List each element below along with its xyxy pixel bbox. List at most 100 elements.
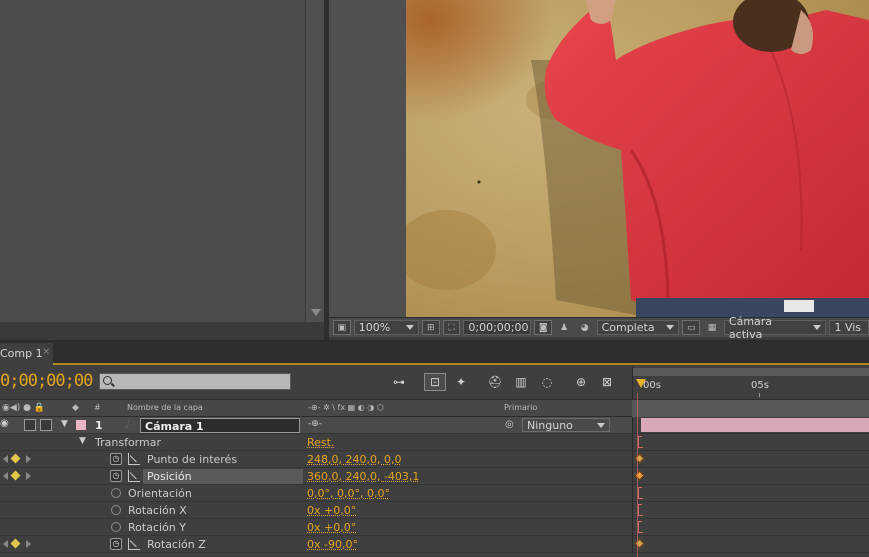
keyframe-marker	[638, 436, 643, 448]
zoom-value: 100%	[358, 321, 391, 334]
current-time-indicator-icon[interactable]	[636, 379, 646, 388]
prev-keyframe-icon[interactable]	[3, 472, 8, 480]
graph-icon[interactable]	[128, 470, 140, 482]
shy-switch-icon[interactable]: -⊕-	[308, 419, 322, 429]
stopwatch-icon[interactable]: ◷	[110, 470, 122, 482]
keyframe-marker	[638, 504, 643, 516]
brainstorm-icon[interactable]: ⊠	[596, 373, 618, 391]
graph-icon[interactable]	[128, 453, 140, 465]
graph-icon[interactable]	[128, 538, 140, 550]
comp-mini-flowchart-icon[interactable]: ⊶	[388, 373, 410, 391]
grid-guide-icon[interactable]: ⊞	[421, 320, 440, 335]
eye-icon[interactable]: ◉	[0, 418, 9, 429]
property-value[interactable]: 0x -90,0°	[307, 538, 358, 551]
mask-visibility-icon[interactable]: ⛶	[442, 320, 461, 335]
column-layer-name[interactable]: Nombre de la capa	[127, 403, 203, 412]
label-tag-icon: ◆	[72, 403, 79, 413]
property-value[interactable]: 360,0, 240,0, -403,1	[307, 470, 419, 483]
frame-blending-icon[interactable]: ▥	[510, 373, 532, 391]
property-row-rotation-y[interactable]: Rotación Y 0x +0,0°	[0, 519, 632, 536]
transparency-grid-icon[interactable]: ▦	[703, 320, 721, 335]
3d-view-dropdown[interactable]: Cámara activa	[723, 315, 827, 341]
layer-column-header: ◉◀) ● 🔒 ◆ # Nombre de la capa -⊕- ✲ \ fx…	[0, 399, 632, 417]
graph-header-bar	[632, 399, 869, 417]
property-value[interactable]: 0,0°, 0,0°, 0,0°	[307, 487, 390, 500]
snapshot-camera-icon[interactable]: ◙	[534, 320, 553, 335]
view-layout-dropdown[interactable]: 1 Vis	[829, 320, 869, 335]
timeline-tab-bar: Comp 1 ×	[0, 341, 869, 365]
property-value[interactable]: 0x +0,0°	[307, 521, 356, 534]
property-row-point-of-interest[interactable]: ◷ Punto de interés 248,0, 240,0, 0,0	[0, 451, 632, 468]
next-keyframe-icon[interactable]	[26, 455, 31, 463]
add-keyframe-icon[interactable]	[10, 470, 21, 481]
property-value[interactable]: 248,0, 240,0, 0,0	[307, 453, 401, 466]
work-area-bar[interactable]	[633, 368, 869, 376]
always-preview-icon[interactable]: ▣	[333, 320, 351, 335]
ruler-label-5s: 05s	[751, 380, 769, 391]
add-keyframe-icon[interactable]	[10, 453, 21, 464]
scroll-down-arrow-icon[interactable]	[311, 309, 321, 316]
parent-dropdown[interactable]: Ninguno	[522, 418, 610, 432]
project-scrollbar[interactable]	[305, 0, 324, 322]
add-keyframe-icon[interactable]	[10, 538, 21, 549]
property-value[interactable]: 0x +0,0°	[307, 504, 356, 517]
current-time-display[interactable]: 0;00;00;00	[0, 371, 93, 391]
property-row-orientation[interactable]: Orientación 0,0°, 0,0°, 0,0°	[0, 485, 632, 502]
shy-layers-icon[interactable]: ⛑	[484, 373, 506, 391]
parent-value: Ninguno	[527, 418, 573, 432]
keyframe-marker	[638, 521, 643, 533]
stopwatch-icon[interactable]: ◷	[110, 453, 122, 465]
show-snapshot-icon[interactable]: ♟	[555, 320, 573, 335]
property-name: Rotación Y	[128, 521, 186, 534]
column-parent: Primario	[504, 403, 538, 412]
stopwatch-icon[interactable]	[111, 505, 121, 515]
property-name: Rotación X	[128, 504, 187, 517]
chevron-down-icon	[405, 325, 414, 330]
transform-reset-link[interactable]: Rest.	[307, 436, 334, 449]
zoom-dropdown[interactable]: 100%	[353, 320, 419, 335]
property-track	[632, 519, 869, 536]
close-icon[interactable]: ×	[42, 347, 50, 357]
transform-group-row[interactable]: ▼ Transformar Rest.	[0, 434, 632, 451]
viewer-timecode-field[interactable]: 0;00;00;00	[463, 320, 532, 335]
stopwatch-icon[interactable]: ◷	[110, 538, 122, 550]
layer-index: 1	[95, 419, 103, 432]
channels-icon[interactable]: ◕	[576, 320, 594, 335]
transform-track	[632, 434, 869, 451]
collapse-triangle-icon[interactable]: ▼	[61, 419, 68, 429]
region-of-interest-icon[interactable]: ▭	[682, 320, 701, 335]
search-input[interactable]	[99, 373, 291, 390]
prev-keyframe-icon[interactable]	[3, 540, 8, 548]
lock-switch[interactable]	[40, 419, 52, 431]
property-track	[632, 451, 869, 468]
graph-editor-icon[interactable]: ⊕	[570, 373, 592, 391]
next-keyframe-icon[interactable]	[26, 540, 31, 548]
composition-viewer[interactable]	[329, 0, 869, 317]
solo-switch[interactable]	[24, 419, 36, 431]
property-row-position[interactable]: ◷ Posición 360,0, 240,0, -403,1	[0, 468, 632, 485]
next-keyframe-icon[interactable]	[26, 472, 31, 480]
live-update-icon[interactable]: ⊡	[424, 373, 446, 391]
property-row-rotation-z[interactable]: ◷ Rotación Z 0x -90,0°	[0, 536, 632, 553]
layer-duration-track[interactable]	[632, 417, 869, 434]
resolution-dropdown[interactable]: Completa	[596, 320, 680, 335]
layer-name-field[interactable]: Cámara 1	[140, 418, 300, 433]
motion-blur-icon[interactable]: ◌	[536, 373, 558, 391]
av-switch-icons: ◉◀) ● 🔒	[2, 403, 46, 413]
stopwatch-icon[interactable]	[111, 522, 121, 532]
collapse-triangle-icon[interactable]: ▼	[79, 436, 86, 446]
label-color-swatch[interactable]	[76, 420, 86, 430]
tab-comp-1[interactable]: Comp 1 ×	[0, 343, 53, 365]
property-name: Orientación	[128, 487, 192, 500]
layer-duration-bar[interactable]	[641, 418, 869, 432]
property-track	[632, 485, 869, 502]
property-row-rotation-x[interactable]: Rotación X 0x +0,0°	[0, 502, 632, 519]
pickwhip-icon[interactable]: ◎	[505, 419, 514, 430]
draft-3d-icon[interactable]: ✦	[450, 373, 472, 391]
stopwatch-icon[interactable]	[111, 488, 121, 498]
layer-row-camera[interactable]: ◉ ▼ 1 🎥 Cámara 1 -⊕- ◎ Ninguno	[0, 417, 632, 434]
prev-keyframe-icon[interactable]	[3, 455, 8, 463]
3d-view-value: Cámara activa	[728, 314, 773, 341]
ruler-tick	[759, 393, 760, 397]
property-track	[632, 502, 869, 519]
